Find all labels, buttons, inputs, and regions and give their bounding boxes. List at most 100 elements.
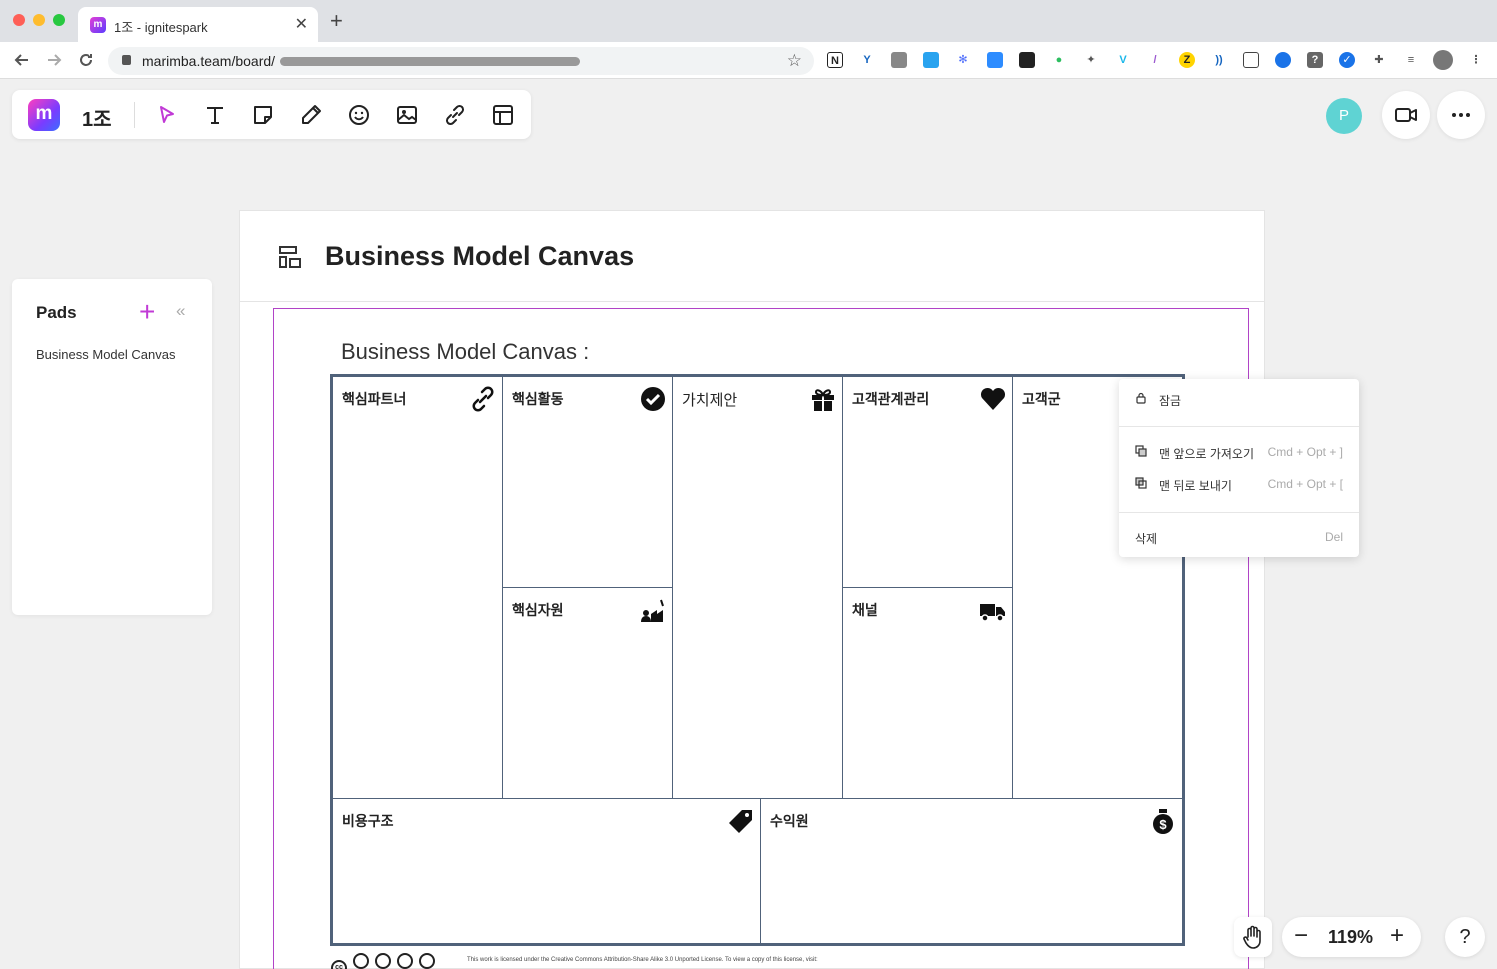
collapse-panel-icon[interactable]: « [176, 301, 185, 321]
zoom-out-button[interactable]: − [1294, 923, 1308, 949]
menu-item-lock[interactable]: 잠금 [1119, 387, 1359, 411]
pad-header: Business Model Canvas [240, 211, 1264, 302]
link-tool-icon[interactable] [442, 102, 468, 128]
window-zoom-button[interactable] [53, 14, 65, 26]
zoom-level[interactable]: 119% [1328, 927, 1373, 948]
pads-panel: Pads + « Business Model Canvas [12, 279, 212, 615]
marimba-logo[interactable]: m [28, 99, 60, 131]
cell-label: 수익원 [770, 813, 809, 829]
cell-value-propositions: 가치제안 [672, 376, 843, 799]
svg-text:$: $ [1159, 817, 1167, 832]
bookmark-star-icon[interactable]: ☆ [787, 51, 802, 71]
extension-y-icon[interactable]: Y [859, 52, 875, 68]
terminal-extension-icon[interactable] [1019, 52, 1035, 68]
bring-front-icon [1135, 445, 1147, 457]
template-tool-icon[interactable] [490, 102, 516, 128]
cell-key-resources: 핵심자원 [502, 587, 673, 799]
new-tab-button[interactable]: + [330, 10, 343, 32]
extension-box-icon[interactable] [1243, 52, 1259, 68]
template-layout-icon [278, 245, 302, 269]
browser-tab[interactable]: m 1조 - ignitespark ✕ [78, 7, 318, 42]
pen-tool-icon[interactable] [298, 102, 324, 128]
url-input[interactable]: marimba.team/board/ ☆ [108, 47, 814, 75]
send-back-icon [1135, 477, 1147, 489]
menu-item-shortcut: Cmd + Opt + ] [1267, 445, 1343, 459]
profile-avatar-icon[interactable] [1433, 50, 1453, 70]
extension-feather-icon[interactable]: / [1147, 52, 1163, 68]
notion-extension-icon[interactable]: N [827, 52, 843, 68]
zoom-control: − 119% + [1282, 917, 1421, 957]
factory-workers-icon [639, 596, 667, 624]
vimeo-extension-icon[interactable]: V [1115, 52, 1131, 68]
business-model-canvas-image[interactable]: 핵심파트너 핵심활동 핵심자원 가치제안 고객관계관리 채널 고객군 비용구조 … [330, 374, 1185, 946]
zoom-extension-icon[interactable] [987, 52, 1003, 68]
cc-sa-icon [397, 953, 413, 969]
menu-item-send-to-back[interactable]: 맨 뒤로 보내기 Cmd + Opt + [ [1119, 472, 1359, 496]
cell-channels: 채널 [842, 587, 1013, 799]
reading-list-icon[interactable]: ≡ [1403, 52, 1419, 68]
image-tool-icon[interactable] [394, 102, 420, 128]
cell-customer-relationships: 고객관계관리 [842, 376, 1013, 588]
menu-item-bring-to-front[interactable]: 맨 앞으로 가져오기 Cmd + Opt + ] [1119, 440, 1359, 464]
board-name[interactable]: 1조 [82, 103, 112, 132]
menu-item-label: 맨 앞으로 가져오기 [1159, 447, 1254, 461]
browser-address-bar: marimba.team/board/ ☆ N Y ✻ ● ✦ V / Z ))… [0, 42, 1497, 79]
zoom-in-button[interactable]: + [1390, 923, 1404, 949]
user-avatar[interactable]: P [1326, 98, 1362, 134]
license-text: This work is licensed under the Creative… [467, 957, 818, 963]
pad-item[interactable]: Business Model Canvas [36, 347, 175, 362]
cell-key-partners: 핵심파트너 [332, 376, 503, 799]
camera-extension-icon[interactable] [891, 52, 907, 68]
cc-person-icon [419, 953, 435, 969]
extensions-puzzle-icon[interactable]: ✚ [1371, 52, 1387, 68]
cell-label: 핵심자원 [512, 602, 564, 618]
heart-icon [979, 385, 1007, 413]
cell-label: 핵심활동 [512, 391, 564, 407]
extension-blue-icon[interactable] [923, 52, 939, 68]
extension-question-icon[interactable]: ? [1307, 52, 1323, 68]
money-bag-icon: $ [1149, 807, 1177, 835]
emoji-tool-icon[interactable] [346, 102, 372, 128]
hand-icon [1243, 925, 1261, 949]
extension-check-icon[interactable]: ✓ [1339, 52, 1355, 68]
gift-icon [809, 385, 837, 413]
sticky-note-tool-icon[interactable] [250, 102, 276, 128]
video-camera-icon [1395, 108, 1417, 122]
extension-wave-icon[interactable]: )) [1211, 52, 1227, 68]
extension-circle-icon[interactable] [1275, 52, 1291, 68]
browser-tab-bar: m 1조 - ignitespark ✕ + [0, 0, 1497, 42]
pan-tool-button[interactable] [1234, 917, 1272, 957]
select-tool-icon[interactable] [154, 102, 180, 128]
reload-icon[interactable] [76, 50, 96, 74]
browser-menu-icon[interactable]: ⋮ [1468, 52, 1484, 68]
more-options-button[interactable] [1437, 91, 1485, 139]
extension-z-icon[interactable]: Z [1179, 52, 1195, 68]
evernote-extension-icon[interactable]: ● [1051, 52, 1067, 68]
pad-title: Business Model Canvas [325, 241, 635, 271]
cell-label: 핵심파트너 [342, 391, 407, 407]
text-tool-icon[interactable] [202, 102, 228, 128]
tab-close-icon[interactable]: ✕ [295, 14, 308, 34]
back-icon[interactable] [12, 50, 32, 74]
cc-icon: cc [331, 960, 347, 969]
forward-icon[interactable] [44, 50, 64, 74]
video-call-button[interactable] [1382, 91, 1430, 139]
delivery-truck-icon [979, 596, 1007, 624]
extension-flower-icon[interactable]: ✻ [955, 52, 971, 68]
window-close-button[interactable] [13, 14, 25, 26]
menu-item-delete[interactable]: 삭제 Del [1119, 525, 1359, 549]
cell-label: 가치제안 [682, 392, 738, 409]
extension-bird-icon[interactable]: ✦ [1083, 52, 1099, 68]
help-button[interactable]: ? [1445, 917, 1485, 957]
marimba-favicon-icon: m [90, 17, 106, 33]
license-footer: cc This work is licensed under the Creat… [331, 953, 971, 969]
add-pad-button[interactable]: + [139, 298, 155, 326]
menu-item-label: 잠금 [1159, 394, 1182, 408]
menu-item-label: 삭제 [1135, 532, 1158, 546]
lock-icon [122, 55, 131, 65]
more-dots-icon [1452, 113, 1470, 117]
toolbar-divider [134, 102, 135, 128]
cell-key-activities: 핵심활동 [502, 376, 673, 588]
menu-divider [1119, 426, 1359, 427]
window-minimize-button[interactable] [33, 14, 45, 26]
